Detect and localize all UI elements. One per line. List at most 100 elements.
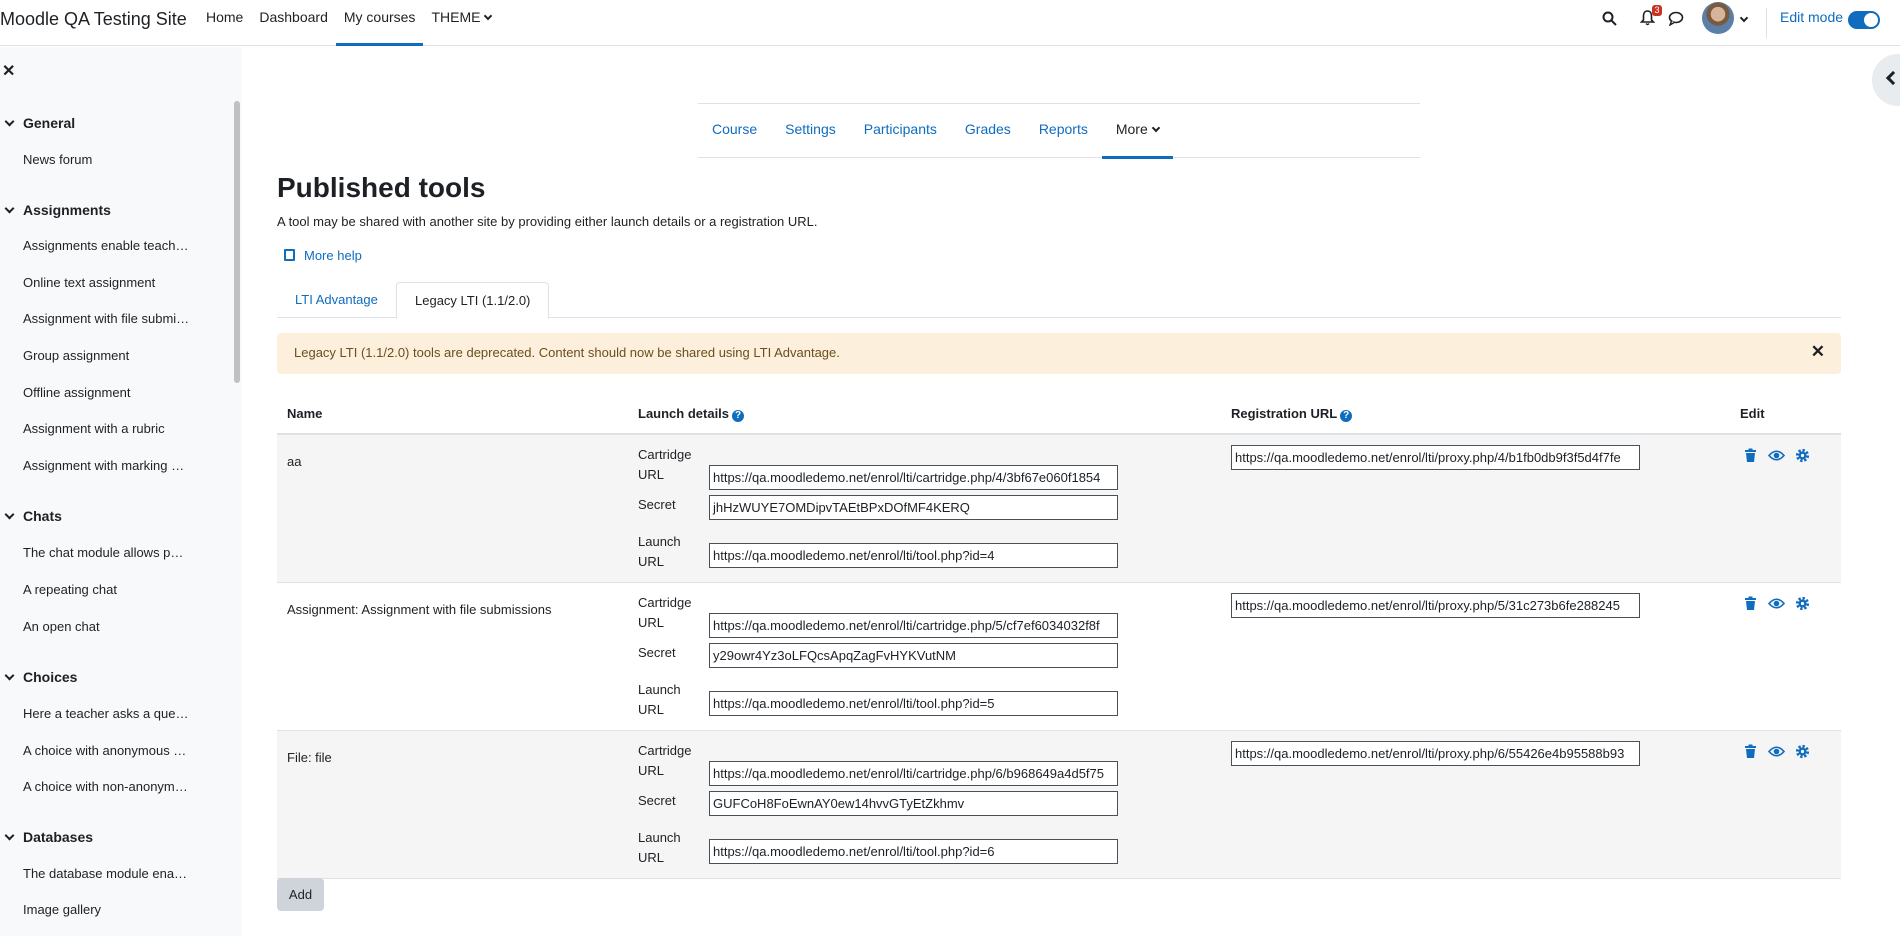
course-index-item[interactable]: Offline assignment [23, 385, 198, 400]
course-index-item[interactable]: Assignments enable teach… [23, 238, 198, 253]
drawer-scrollbar[interactable] [234, 101, 240, 383]
course-section-assignments[interactable]: Assignments [4, 202, 111, 218]
secret-field[interactable]: jhHzWUYE7OMDipvTAEtBPxDOfMF4KERQ [709, 495, 1118, 520]
course-index-item[interactable]: The database module ena… [23, 866, 198, 881]
cartridge-url-label: Cartridge URL [638, 741, 691, 781]
label-line: URL [638, 702, 665, 717]
eye-icon[interactable] [1768, 744, 1785, 759]
published-tools-table: Name Launch details? Registration URL? E… [277, 390, 1841, 879]
gear-icon[interactable] [1795, 596, 1810, 611]
label-line: Cartridge [638, 595, 692, 610]
cartridge-url-label: Cartridge URL [638, 593, 691, 633]
question-circle-icon[interactable]: ? [732, 410, 745, 422]
tab-settings[interactable]: Settings [771, 104, 850, 158]
launch-url-field[interactable]: https://qa.moodledemo.net/enrol/lti/tool… [709, 691, 1118, 716]
launch-url-field[interactable]: https://qa.moodledemo.net/enrol/lti/tool… [709, 839, 1118, 864]
course-index-item[interactable]: Here a teacher asks a que… [23, 706, 198, 721]
chevron-down-icon [1151, 123, 1160, 133]
table-row: aa Cartridge URL https://qa.moodledemo.ne… [277, 435, 1841, 583]
user-menu-chevron-down-icon[interactable] [1739, 13, 1749, 23]
chat-icon[interactable] [1668, 11, 1684, 26]
cartridge-url-field[interactable]: https://qa.moodledemo.net/enrol/lti/cart… [709, 761, 1118, 786]
edit-mode-label: Edit mode [1780, 9, 1844, 25]
course-index-item[interactable]: Online text assignment [23, 275, 198, 290]
block-drawer-toggle[interactable] [1872, 54, 1900, 106]
course-index-item[interactable]: Assignment with marking … [23, 458, 198, 473]
tab-reports[interactable]: Reports [1025, 104, 1102, 158]
page-title: Published tools [277, 172, 486, 203]
row-actions [1743, 596, 1810, 611]
site-name[interactable]: Moodle QA Testing Site [0, 9, 187, 30]
trash-icon[interactable] [1743, 448, 1758, 463]
tab-lti-advantage[interactable]: LTI Advantage [277, 282, 396, 318]
question-circle-icon[interactable]: ? [1340, 410, 1353, 422]
label-line: Cartridge [638, 447, 692, 462]
search-icon[interactable] [1602, 11, 1617, 26]
course-index-item[interactable]: Image gallery [23, 902, 198, 917]
table-header: Name Launch details? Registration URL? E… [277, 390, 1841, 435]
edit-mode-toggle[interactable] [1848, 11, 1880, 29]
cartridge-url-field[interactable]: https://qa.moodledemo.net/enrol/lti/cart… [709, 613, 1118, 638]
tab-legacy-lti[interactable]: Legacy LTI (1.1/2.0) [396, 282, 550, 319]
course-index-item[interactable]: Assignment with a rubric [23, 421, 198, 436]
label-line: URL [638, 615, 665, 630]
course-index-item[interactable]: A choice with anonymous … [23, 743, 198, 758]
registration-url-label: Registration URL [1231, 406, 1338, 421]
course-index-item[interactable]: A choice with non-anonym… [23, 779, 198, 794]
nav-dashboard[interactable]: Dashboard [251, 0, 336, 46]
course-index-item[interactable]: A repeating chat [23, 582, 198, 597]
gear-icon[interactable] [1795, 744, 1810, 759]
trash-icon[interactable] [1743, 596, 1758, 611]
tab-course[interactable]: Course [698, 104, 771, 158]
course-index-item[interactable]: Assignment with file submi… [23, 311, 198, 326]
add-button[interactable]: Add [277, 878, 324, 911]
course-section-choices[interactable]: Choices [4, 669, 78, 685]
column-header-registration-url: Registration URL? [1231, 406, 1353, 422]
course-section-chats[interactable]: Chats [4, 508, 62, 524]
close-icon[interactable]: ✕ [2, 61, 15, 81]
section-title: Assignments [23, 202, 111, 218]
course-index-item[interactable]: News forum [23, 152, 198, 167]
table-row: Assignment: Assignment with file submiss… [277, 583, 1841, 731]
secret-field[interactable]: GUFCoH8FoEwnAY0ew14hvvGTyEtZkhmv [709, 791, 1118, 816]
label-line: URL [638, 467, 665, 482]
avatar[interactable] [1702, 2, 1734, 34]
launch-url-field[interactable]: https://qa.moodledemo.net/enrol/lti/tool… [709, 543, 1118, 568]
more-help-link[interactable]: More help [284, 248, 362, 263]
secret-field[interactable]: y29owr4Yz3oLFQcsApqZagFvHYKVutNM [709, 643, 1118, 668]
label-line: Launch [638, 534, 681, 549]
lti-version-tabs: LTI Advantage Legacy LTI (1.1/2.0) [277, 282, 1841, 319]
label-line: URL [638, 850, 665, 865]
eye-icon[interactable] [1768, 448, 1785, 463]
chevron-down-icon [4, 670, 15, 681]
nav-my-courses[interactable]: My courses [335, 0, 424, 46]
registration-url-field[interactable]: https://qa.moodledemo.net/enrol/lti/prox… [1231, 445, 1640, 470]
chevron-down-icon [484, 11, 493, 21]
chevron-down-icon [4, 830, 15, 841]
course-index-item[interactable]: The chat module allows p… [23, 545, 198, 560]
tab-participants[interactable]: Participants [850, 104, 951, 158]
eye-icon[interactable] [1768, 596, 1785, 611]
tool-name: File: file [287, 750, 332, 765]
launch-url-label: Launch URL [638, 828, 681, 868]
top-navbar: Moodle QA Testing Site Home Dashboard My… [0, 0, 1900, 46]
close-icon[interactable]: ✕ [1811, 342, 1825, 362]
tab-more-label: More [1115, 121, 1148, 137]
nav-theme[interactable]: THEME [423, 0, 499, 46]
course-section-general[interactable]: General [4, 115, 75, 131]
tab-grades[interactable]: Grades [951, 104, 1025, 158]
registration-url-field[interactable]: https://qa.moodledemo.net/enrol/lti/prox… [1231, 593, 1640, 618]
trash-icon[interactable] [1743, 744, 1758, 759]
cartridge-url-field[interactable]: https://qa.moodledemo.net/enrol/lti/cart… [709, 465, 1118, 490]
course-index-item[interactable]: Group assignment [23, 348, 198, 363]
section-title: Choices [23, 669, 78, 685]
course-index-item[interactable]: An open chat [23, 619, 198, 634]
gear-icon[interactable] [1795, 448, 1810, 463]
label-line: Launch [638, 682, 681, 697]
primary-navigation: Home Dashboard My courses THEME [198, 0, 499, 46]
nav-home[interactable]: Home [198, 0, 251, 46]
registration-url-field[interactable]: https://qa.moodledemo.net/enrol/lti/prox… [1231, 741, 1640, 766]
course-section-databases[interactable]: Databases [4, 829, 93, 845]
secret-label: Secret [638, 645, 676, 660]
tab-more[interactable]: More [1101, 104, 1173, 159]
